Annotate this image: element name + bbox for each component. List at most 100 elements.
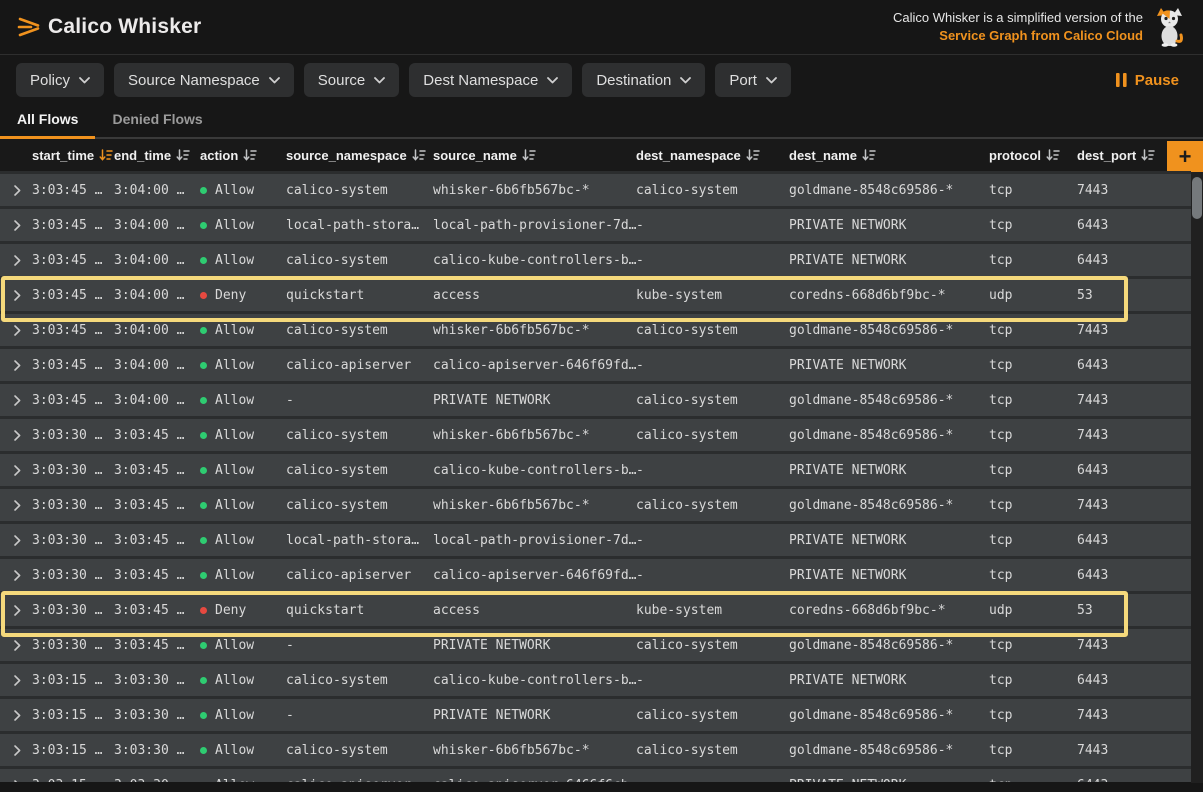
cell-source_name: PRIVATE NETWORK: [433, 708, 636, 723]
cell-source_namespace: calico-system: [286, 498, 433, 513]
cell-action: Allow: [200, 218, 286, 233]
column-label: action: [200, 148, 238, 163]
flow-row[interactable]: 3:03:30 …3:03:45 …Denyquickstartaccessku…: [0, 594, 1191, 626]
column-header-dest_port[interactable]: dest_port: [1077, 148, 1137, 163]
flow-row[interactable]: 3:03:30 …3:03:45 …Allowcalico-systemwhis…: [0, 489, 1191, 521]
cell-protocol: tcp: [989, 673, 1077, 688]
tab-all-flows[interactable]: All Flows: [0, 111, 95, 139]
service-graph-link[interactable]: Service Graph from Calico Cloud: [893, 27, 1143, 45]
calico-whisker-app: Calico Whisker Calico Whisker is a simpl…: [0, 0, 1203, 792]
flow-row[interactable]: 3:03:45 …3:04:00 …Allowcalico-systemwhis…: [0, 174, 1191, 206]
cell-action: Allow: [200, 323, 286, 338]
cell-end_time: 3:03:30 …: [114, 778, 200, 783]
filter-label: Port: [729, 72, 757, 89]
scrollbar-thumb[interactable]: [1192, 177, 1202, 219]
column-header-dest_namespace[interactable]: dest_namespace: [636, 148, 789, 163]
cell-dest_port: 6443: [1077, 673, 1137, 688]
filter-source[interactable]: Source: [304, 63, 400, 97]
cell-end_time: 3:04:00 …: [114, 323, 200, 338]
column-header-action[interactable]: action: [200, 148, 286, 163]
cell-dest_namespace: -: [636, 253, 789, 268]
cell-source_namespace: -: [286, 708, 433, 723]
add-column-button[interactable]: +: [1167, 141, 1203, 173]
cell-start_time: 3:03:45 …: [32, 323, 114, 338]
filter-dest-namespace[interactable]: Dest Namespace: [409, 63, 572, 97]
filter-policy[interactable]: Policy: [16, 63, 104, 97]
flow-row[interactable]: 3:03:30 …3:03:45 …Allowlocal-path-stora……: [0, 524, 1191, 556]
filter-bar: Policy Source Namespace Source Dest Namespa…: [0, 55, 1203, 105]
expand-caret-icon: [14, 500, 21, 511]
action-label: Allow: [215, 253, 254, 268]
flow-row[interactable]: 3:03:15 …3:03:30 …Allowcalico-systemwhis…: [0, 734, 1191, 766]
action-label: Allow: [215, 323, 254, 338]
column-header-protocol[interactable]: protocol: [989, 148, 1077, 163]
cell-source_name: calico-apiserver-646f69fd…: [433, 568, 636, 583]
flow-row[interactable]: 3:03:45 …3:04:00 …Allowcalico-systemwhis…: [0, 314, 1191, 346]
cell-protocol: tcp: [989, 323, 1077, 338]
cell-end_time: 3:04:00 …: [114, 183, 200, 198]
sort-icon: [243, 149, 257, 161]
cell-source_namespace: quickstart: [286, 288, 433, 303]
filter-port[interactable]: Port: [715, 63, 791, 97]
cell-dest_port: 6443: [1077, 253, 1137, 268]
flow-table-body: 3:03:45 …3:04:00 …Allowcalico-systemwhis…: [0, 171, 1191, 782]
flow-row[interactable]: 3:03:45 …3:04:00 …Allowlocal-path-stora……: [0, 209, 1191, 241]
pause-button[interactable]: Pause: [1116, 72, 1179, 89]
action-label: Allow: [215, 778, 254, 783]
allow-status-dot: [200, 572, 207, 579]
cell-dest_port: 6443: [1077, 358, 1137, 373]
action-label: Allow: [215, 183, 254, 198]
flow-row[interactable]: 3:03:30 …3:03:45 …Allowcalico-systemcali…: [0, 454, 1191, 486]
cell-action: Deny: [200, 603, 286, 618]
flow-row[interactable]: 3:03:45 …3:04:00 …Allowcalico-apiserverc…: [0, 349, 1191, 381]
expand-caret-icon: [14, 570, 21, 581]
tab-bar: All FlowsDenied Flows: [0, 105, 1203, 139]
cell-action: Allow: [200, 253, 286, 268]
cell-action: Deny: [200, 288, 286, 303]
flow-row[interactable]: 3:03:30 …3:03:45 …Allowcalico-systemwhis…: [0, 419, 1191, 451]
cell-source_namespace: calico-system: [286, 183, 433, 198]
cell-source_name: local-path-provisioner-7d…: [433, 533, 636, 548]
column-header-source_namespace[interactable]: source_namespace: [286, 148, 433, 163]
flow-row[interactable]: 3:03:15 …3:03:30 …Allowcalico-systemcali…: [0, 664, 1191, 696]
vertical-scrollbar[interactable]: [1191, 172, 1203, 783]
cell-end_time: 3:04:00 …: [114, 358, 200, 373]
action-label: Allow: [215, 393, 254, 408]
flow-row[interactable]: 3:03:45 …3:04:00 …Denyquickstartaccessku…: [0, 279, 1191, 311]
column-header-dest_name[interactable]: dest_name: [789, 148, 989, 163]
cell-source_namespace: calico-apiserver: [286, 778, 433, 783]
cell-dest_port: 7443: [1077, 183, 1137, 198]
flow-row[interactable]: 3:03:30 …3:03:45 …Allow-PRIVATE NETWORKc…: [0, 629, 1191, 661]
cell-source_name: calico-apiserver-6466f6cb…: [433, 778, 636, 783]
filter-buttons: Policy Source Namespace Source Dest Namespa…: [16, 63, 791, 97]
cell-dest_port: 7443: [1077, 428, 1137, 443]
tab-denied-flows[interactable]: Denied Flows: [95, 111, 219, 139]
column-label: dest_port: [1077, 148, 1136, 163]
cell-end_time: 3:03:45 …: [114, 498, 200, 513]
cell-source_name: whisker-6b6fb567bc-*: [433, 498, 636, 513]
flow-row[interactable]: 3:03:15 …3:03:30 …Allowcalico-apiserverc…: [0, 769, 1191, 782]
filter-destination[interactable]: Destination: [582, 63, 705, 97]
cell-source_namespace: calico-system: [286, 673, 433, 688]
cell-dest_name: PRIVATE NETWORK: [789, 253, 989, 268]
cell-end_time: 3:03:45 …: [114, 533, 200, 548]
column-header-source_name[interactable]: source_name: [433, 148, 636, 163]
flow-row[interactable]: 3:03:45 …3:04:00 …Allow-PRIVATE NETWORKc…: [0, 384, 1191, 416]
cell-start_time: 3:03:15 …: [32, 743, 114, 758]
column-header-start_time[interactable]: start_time: [32, 148, 114, 163]
cell-dest_namespace: -: [636, 778, 789, 783]
cell-end_time: 3:03:45 …: [114, 463, 200, 478]
cell-dest_port: 7443: [1077, 638, 1137, 653]
action-label: Allow: [215, 428, 254, 443]
action-label: Deny: [215, 288, 246, 303]
cell-dest_namespace: kube-system: [636, 288, 789, 303]
expand-caret-icon: [14, 360, 21, 371]
flow-row[interactable]: 3:03:15 …3:03:30 …Allow-PRIVATE NETWORKc…: [0, 699, 1191, 731]
allow-status-dot: [200, 467, 207, 474]
flow-row[interactable]: 3:03:30 …3:03:45 …Allowcalico-apiserverc…: [0, 559, 1191, 591]
column-header-end_time[interactable]: end_time: [114, 148, 200, 163]
cell-dest_namespace: -: [636, 218, 789, 233]
filter-source-namespace[interactable]: Source Namespace: [114, 63, 294, 97]
action-label: Allow: [215, 708, 254, 723]
flow-row[interactable]: 3:03:45 …3:04:00 …Allowcalico-systemcali…: [0, 244, 1191, 276]
